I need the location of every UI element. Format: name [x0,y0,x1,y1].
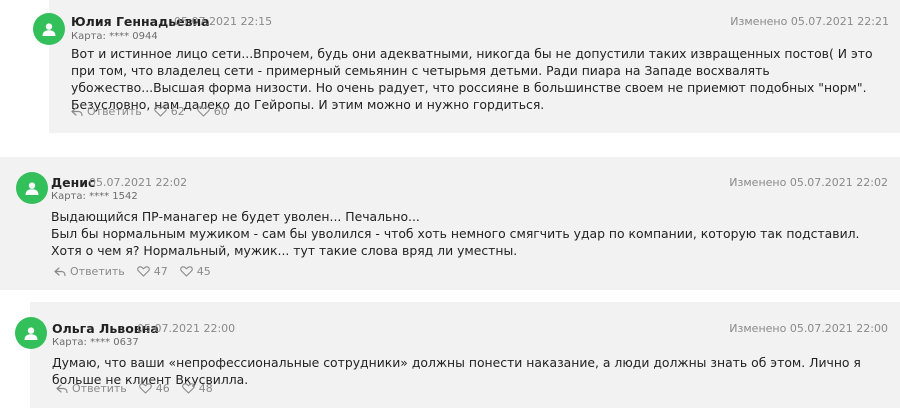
reply-button[interactable]: Ответить [71,105,142,118]
heart-outline-icon [136,266,150,277]
comment-card: Денис 05.07.2021 22:02 Карта: **** 1542 … [0,157,900,290]
comment-edited: Изменено 05.07.2021 22:00 [729,322,888,335]
avatar [33,13,65,45]
reply-arrow-icon [71,106,83,116]
user-icon [24,327,38,340]
comment-card-number: Карта: **** 1542 [51,191,138,202]
user-icon [25,182,39,195]
like-button[interactable]: 46 [138,382,170,395]
reply-arrow-icon [54,266,66,276]
comment-actions: Ответить 47 45 [54,265,223,278]
heart-outline-icon [153,106,167,117]
comment-date: 05.07.2021 22:00 [137,322,236,335]
like-count: 46 [155,382,170,395]
like-button[interactable]: 62 [153,105,185,118]
comment-paragraph: Был бы нормальным мужиком - сам бы уволи… [51,226,860,258]
reply-button[interactable]: Ответить [56,382,127,395]
user-icon [42,23,56,36]
heart-count: 48 [198,382,213,395]
avatar [16,172,48,204]
avatar [15,317,47,349]
comment-card-number: Карта: **** 0944 [71,31,158,42]
reply-label: Ответить [72,382,127,395]
heart-button[interactable]: 48 [181,382,213,395]
comment-paragraph: Выдающийся ПР-манагер не будет уволен...… [51,209,420,224]
comment-actions: Ответить 46 48 [56,382,225,395]
heart-button[interactable]: 45 [179,265,211,278]
reply-label: Ответить [70,265,125,278]
heart-count: 60 [213,105,228,118]
comment-date: 05.07.2021 22:15 [174,15,273,28]
like-count: 62 [170,105,185,118]
heart-outline-icon [181,383,195,394]
comment-card-number: Карта: **** 0637 [52,337,139,348]
heart-outline-icon [196,106,210,117]
comment-text: Вот и истинное лицо сети...Впрочем, будь… [71,45,891,113]
reply-arrow-icon [56,383,68,393]
comment-text: Выдающийся ПР-манагер не будет уволен...… [51,208,881,259]
like-count: 47 [153,265,168,278]
comment-date: 05.07.2021 22:02 [89,176,188,189]
comment-card: Ольга Львовна 05.07.2021 22:00 Карта: **… [15,302,900,408]
heart-outline-icon [138,383,152,394]
like-button[interactable]: 47 [136,265,168,278]
comment-paragraph: Вот и истинное лицо сети...Впрочем, будь… [71,46,873,112]
comment-card: Юлия Геннадьевна 05.07.2021 22:15 Карта:… [33,0,900,133]
reply-label: Ответить [87,105,142,118]
comment-edited: Изменено 05.07.2021 22:02 [729,176,888,189]
heart-outline-icon [179,266,193,277]
comment-edited: Изменено 05.07.2021 22:21 [730,15,889,28]
heart-button[interactable]: 60 [196,105,228,118]
heart-count: 45 [196,265,211,278]
comment-actions: Ответить 62 60 [71,105,240,118]
reply-button[interactable]: Ответить [54,265,125,278]
